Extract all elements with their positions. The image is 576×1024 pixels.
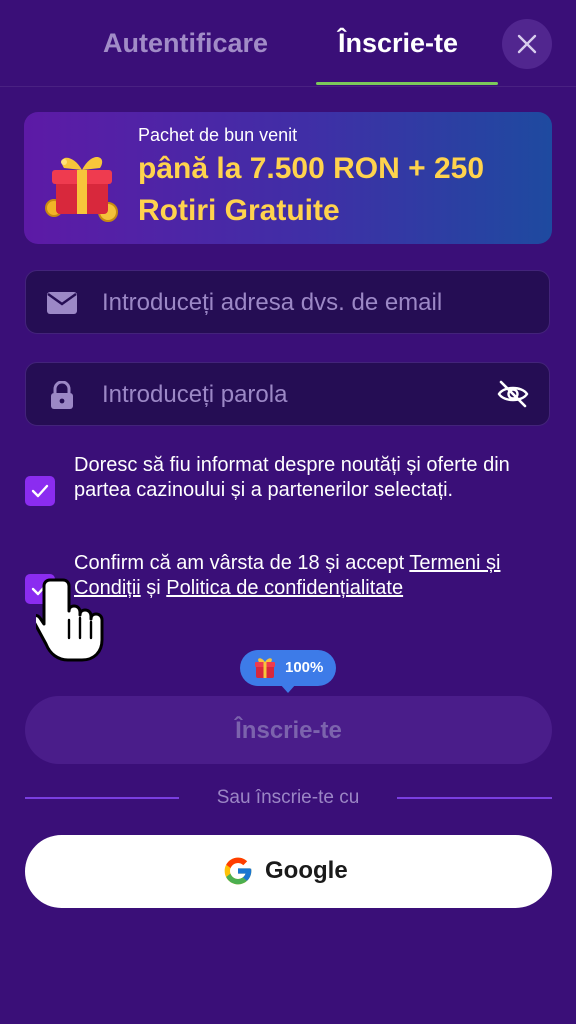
checkmark-icon — [31, 484, 49, 498]
welcome-bonus-banner: Pachet de bun venit până la 7.500 RON + … — [24, 112, 552, 244]
register-button[interactable]: Înscrie-te — [25, 696, 552, 764]
age-terms-consent-text: Confirm că am vârsta de 18 și accept Ter… — [74, 551, 554, 601]
password-field-container — [25, 362, 550, 426]
envelope-icon — [47, 292, 77, 314]
tab-register[interactable]: Înscrie-te — [338, 26, 458, 60]
password-input[interactable] — [100, 373, 504, 417]
active-tab-indicator — [316, 82, 498, 85]
google-signup-button[interactable]: Google — [25, 835, 552, 908]
email-field-container — [25, 270, 550, 334]
google-logo-icon — [224, 857, 252, 885]
divider-line-right — [397, 797, 552, 799]
email-input[interactable] — [100, 281, 504, 325]
auth-tabs: Autentificare Înscrie-te — [0, 0, 576, 87]
lock-icon — [51, 381, 73, 409]
gift-box-icon — [45, 156, 118, 222]
signup-screen: Autentificare Înscrie-te Pachet de bun v… — [0, 0, 576, 1024]
gift-icon — [255, 658, 275, 678]
close-icon — [517, 34, 537, 54]
newsletter-consent-text: Doresc să fiu informat despre noutăți și… — [74, 454, 510, 501]
bonus-progress-badge: 100% — [240, 650, 336, 693]
eye-slash-icon[interactable] — [496, 377, 530, 411]
social-divider-text: Sau înscrie-te cu — [216, 787, 360, 808]
divider-line-left — [25, 797, 179, 799]
bonus-percent: 100% — [285, 659, 324, 676]
promo-title: până la 7.500 RON + 250 Rotiri Gratuite — [138, 152, 485, 227]
age-consent-prefix: Confirm că am vârsta de 18 și accept — [74, 552, 410, 574]
google-label: Google — [265, 857, 348, 884]
promo-kicker: Pachet de bun venit — [138, 125, 298, 145]
hand-pointer-icon — [36, 578, 104, 662]
privacy-policy-link[interactable]: Politica de confidențialitate — [166, 577, 403, 599]
tab-login[interactable]: Autentificare — [103, 26, 268, 60]
close-button[interactable] — [502, 19, 552, 69]
newsletter-checkbox[interactable] — [25, 476, 55, 506]
age-consent-middle: și — [140, 577, 167, 599]
